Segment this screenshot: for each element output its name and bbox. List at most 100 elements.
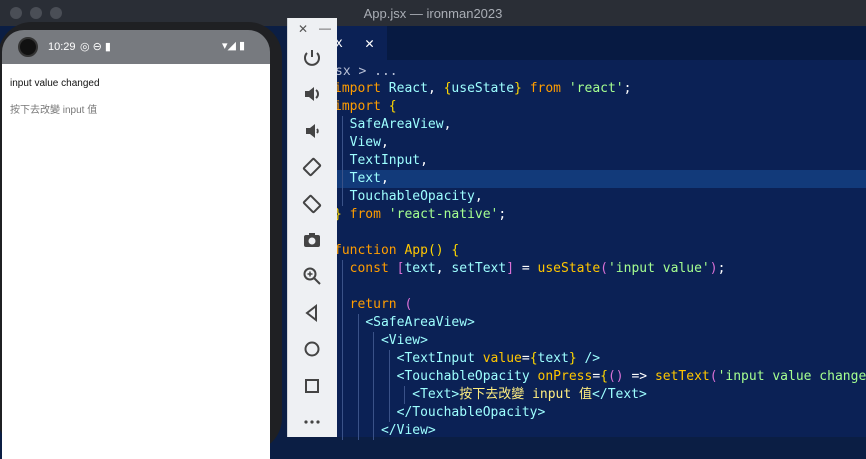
code-token: setText [654, 369, 710, 384]
code-editor[interactable]: ⚛ x ✕ sx > ... import React, {useState} … [287, 26, 866, 440]
minimize-window-button[interactable] [30, 7, 42, 19]
code-token: ( [404, 297, 413, 312]
rotate-left-icon [302, 158, 322, 177]
code-token: , [420, 153, 428, 168]
code-line[interactable]: TouchableOpacity, [287, 188, 866, 206]
camera-icon [304, 233, 320, 247]
code-line[interactable]: <SafeAreaView> [287, 314, 866, 332]
code-token: , [380, 135, 389, 150]
code-token: import [334, 99, 389, 114]
breadcrumb[interactable]: sx > ... [335, 64, 398, 79]
editor-tabstrip: ⚛ x ✕ [287, 26, 866, 60]
code-token: onPress [537, 369, 593, 384]
toolbar-close-button[interactable]: ✕ [298, 22, 308, 36]
code-token: useState [451, 81, 515, 96]
code-line[interactable]: <Text>按下去改變 input 值</Text> [287, 386, 866, 404]
code-line[interactable]: </TouchableOpacity> [287, 404, 866, 422]
code-line[interactable]: </View> [287, 422, 866, 440]
text-input[interactable]: input value changed [10, 78, 100, 89]
code-token: TouchableOpacity [349, 189, 475, 204]
volume-up-icon [305, 87, 319, 102]
code-line[interactable]: import { [287, 98, 866, 116]
status-signal-battery: ▾◢ ▮ [222, 40, 246, 52]
code-line[interactable]: <TextInput value={text} /> [287, 350, 866, 368]
code-line[interactable]: } from 'react-native'; [287, 206, 866, 224]
code-area[interactable]: import React, {useState} from 'react'; im… [287, 80, 866, 440]
code-token: , [443, 117, 452, 132]
code-text: } from 'react-native'; [334, 206, 506, 224]
code-token: <Text> [412, 387, 460, 402]
code-token: => [623, 369, 655, 384]
tab-close-button[interactable]: ✕ [365, 34, 374, 52]
code-text: <SafeAreaView> [334, 314, 475, 332]
code-token: ; [623, 81, 632, 96]
back-icon [305, 303, 317, 322]
code-text: Text, [334, 170, 389, 188]
power-button[interactable] [300, 46, 324, 70]
overview-button[interactable] [300, 374, 324, 398]
code-token: = [592, 369, 601, 384]
power-icon [304, 50, 320, 66]
change-text-button[interactable]: 按下去改變 input 值 [10, 101, 97, 116]
zoom-button[interactable] [300, 264, 324, 288]
code-token: 'input value changed' [717, 369, 866, 384]
code-token: <View> [380, 333, 428, 348]
code-token: SafeAreaView [349, 117, 444, 132]
code-text: import { [334, 98, 397, 116]
volume-up-button[interactable] [300, 82, 324, 106]
indent-guide [342, 278, 343, 296]
code-token: , [427, 81, 444, 96]
code-text: <TouchableOpacity onPress={() => setText… [334, 368, 866, 386]
code-token: , [474, 189, 483, 204]
toolbar-header: ✕ — [288, 18, 337, 40]
code-line[interactable]: import React, {useState} from 'react'; [287, 80, 866, 98]
status-time: 10:29 [48, 41, 76, 53]
code-token: from [521, 81, 569, 96]
close-window-button[interactable] [10, 7, 22, 19]
code-token: , [380, 171, 389, 186]
code-token: Text [349, 171, 381, 186]
camera-button[interactable] [300, 228, 324, 252]
code-line[interactable]: <View> [287, 332, 866, 350]
window-controls[interactable] [10, 7, 62, 19]
code-token: text [404, 261, 436, 276]
window-title: App.jsx — ironman2023 [363, 5, 503, 21]
code-line[interactable] [287, 224, 866, 242]
code-token: { [388, 99, 397, 114]
zoom-window-button[interactable] [50, 7, 62, 19]
code-line[interactable]: function App() { [287, 242, 866, 260]
code-line[interactable]: return ( [287, 296, 866, 314]
code-line[interactable]: Text, [287, 170, 866, 188]
code-line[interactable]: SafeAreaView, [287, 116, 866, 134]
home-button[interactable] [300, 337, 324, 361]
code-token: = [521, 351, 530, 366]
code-token: 'input value' [607, 261, 710, 276]
code-line[interactable]: const [text, setText] = useState('input … [287, 260, 866, 278]
code-line[interactable]: <TouchableOpacity onPress={() => setText… [287, 368, 866, 386]
rotate-right-button[interactable] [300, 192, 324, 216]
zoom-icon [303, 267, 321, 286]
more-button[interactable] [300, 410, 324, 434]
code-text: TextInput, [334, 152, 428, 170]
code-token: <SafeAreaView> [365, 315, 475, 330]
code-line[interactable]: TextInput, [287, 152, 866, 170]
rotate-left-button[interactable] [300, 155, 324, 179]
back-button[interactable] [300, 301, 324, 325]
code-line[interactable] [287, 278, 866, 296]
volume-down-button[interactable] [300, 119, 324, 143]
code-text: <Text>按下去改變 input 值</Text> [334, 386, 647, 404]
code-token: <TextInput [396, 351, 483, 366]
code-text: </TouchableOpacity> [334, 404, 546, 422]
code-text: </View> [334, 422, 436, 440]
code-text: TouchableOpacity, [334, 188, 483, 206]
code-token: () [607, 369, 624, 384]
code-token: ) [709, 261, 718, 276]
toolbar-minimize-button[interactable]: — [319, 21, 331, 35]
code-token: from [341, 207, 389, 222]
code-text: View, [334, 134, 389, 152]
code-line[interactable]: View, [287, 134, 866, 152]
